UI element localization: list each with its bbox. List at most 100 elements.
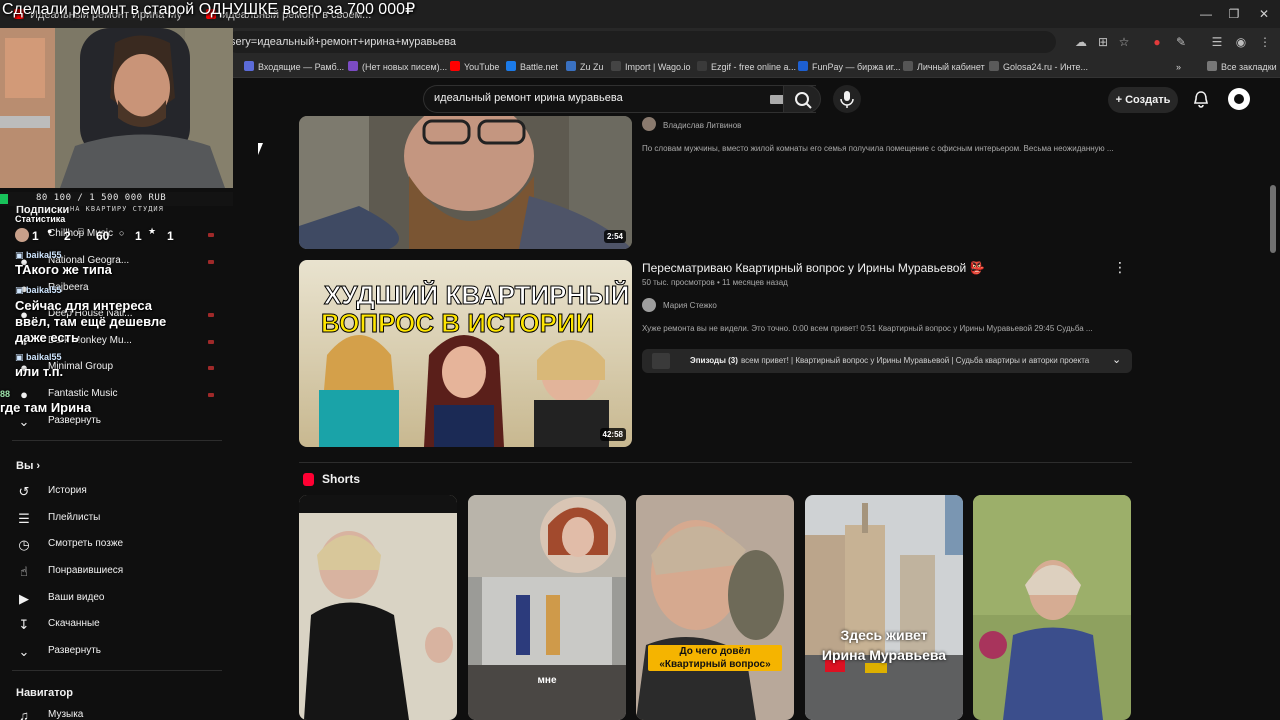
minimize-icon[interactable]: — (1192, 4, 1220, 24)
more-options-icon[interactable]: ⋮ (1113, 259, 1127, 276)
thumb-text-2: ВОПРОС В ИСТОРИИ (321, 308, 594, 338)
search-button[interactable] (783, 85, 821, 113)
video-duration: 2:54 (603, 230, 626, 243)
short-caption: Здесь живет Ирина Муравьева (821, 627, 947, 663)
short-card[interactable] (299, 495, 457, 720)
channel-avatar-icon: ● (20, 307, 28, 322)
search-input[interactable]: идеальный ремонт ирина муравьева ✕ (423, 85, 816, 113)
channel-avatar-icon: ● (20, 360, 28, 375)
more-bookmarks-icon[interactable]: » (1176, 59, 1181, 75)
bookmark-item[interactable]: Import | Wago.io (611, 59, 691, 75)
divider (299, 462, 1132, 463)
menu-dots-icon[interactable]: ⋮ (1256, 33, 1274, 51)
bookmark-star-icon[interactable]: ☆ (1115, 33, 1133, 51)
video-thumbnail[interactable]: 2:54 (299, 116, 632, 249)
media-icon[interactable]: ☰ (1208, 33, 1226, 51)
sidebar-item-label: Развернуть (48, 645, 102, 656)
sidebar-item-label: Развернуть (48, 415, 102, 426)
close-window-icon[interactable]: ✕ (1250, 4, 1278, 24)
video-description: Хуже ремонта вы не видели. Это точно. 0:… (642, 324, 1093, 333)
stream-title-overlay: Сделали ремонт в старой ОДНУШКЕ всего за… (2, 1, 416, 18)
episodes-bar[interactable]: Эпизоды (3) всем привет! | Квартирный во… (642, 349, 1132, 373)
page-scrollbar[interactable] (1270, 185, 1276, 253)
sidebar-item-watch-later[interactable]: ◷ Смотреть позже (0, 532, 233, 558)
sidebar-item-subscription[interactable]: ● Chillhop Music (0, 222, 233, 248)
bookmark-item[interactable]: Ezgif - free online a... (697, 59, 796, 75)
url-input[interactable]: sery=идеальный+ремонт+ирина+муравьева (226, 31, 1056, 53)
sidebar-item-history[interactable]: ↺ История (0, 479, 233, 505)
bookmark-item[interactable]: Golosa24.ru - Инте... (989, 59, 1088, 75)
live-icon (208, 366, 214, 370)
keyboard-icon[interactable] (770, 95, 784, 104)
bookmark-item[interactable]: YouTube (450, 59, 499, 75)
maximize-icon[interactable]: ❐ (1220, 4, 1248, 24)
sidebar-item-music[interactable]: ♫ Музыка (0, 703, 233, 720)
account-avatar[interactable] (1228, 88, 1250, 110)
thumbnail-image: ХУДШИЙ КВАРТИРНЫЙ ВОПРОС В ИСТОРИИ (299, 260, 632, 447)
profile-icon[interactable]: ◉ (1232, 33, 1250, 51)
vk-icon (566, 61, 576, 71)
sidebar-item-label: Rajbeera (48, 282, 89, 293)
sidebar-item-liked[interactable]: ☝ Понравившиеся (0, 559, 233, 585)
chevron-down-icon: ⌄ (18, 644, 30, 659)
sidebar-item-subscription[interactable]: ● Rajbeera (0, 276, 233, 302)
sidebar-item-your-videos[interactable]: ▶ Ваши видео (0, 586, 233, 612)
video-thumbnail[interactable]: ХУДШИЙ КВАРТИРНЫЙ ВОПРОС В ИСТОРИИ 42:58 (299, 260, 632, 447)
short-thumbnail (299, 495, 457, 720)
sidebar-item-subscription[interactable]: ● Dark Monkey Mu... (0, 329, 233, 355)
bookmark-item[interactable]: Battle.net (506, 59, 558, 75)
search-value: идеальный ремонт ирина муравьева (434, 92, 623, 104)
channel-name[interactable]: Владислав Литвинов (663, 121, 741, 130)
bookmark-label: FunPay — биржа иг... (812, 62, 901, 72)
short-card[interactable]: Здесь живет Ирина Муравьева (805, 495, 963, 720)
sidebar-item-label: История (48, 485, 87, 496)
sidebar-item-subscription[interactable]: ● Minimal Group (0, 355, 233, 381)
sidebar-expand-subscriptions[interactable]: ⌄ Развернуть (0, 409, 233, 435)
bookmark-item[interactable]: Zu Zu (566, 59, 604, 75)
install-icon[interactable]: ⊞ (1094, 33, 1112, 51)
video-icon: ▶ (19, 591, 29, 606)
sidebar-item-label: Minimal Group (48, 361, 114, 372)
sidebar-item-playlists[interactable]: ☰ Плейлисты (0, 506, 233, 532)
extensions-icon[interactable]: ✎ (1172, 33, 1190, 51)
cloud-icon[interactable]: ☁ (1072, 33, 1090, 51)
live-icon (208, 340, 214, 344)
bookmark-item[interactable]: Входящие — Рамб... (244, 59, 344, 75)
voice-search-button[interactable] (833, 85, 861, 113)
mail-icon (348, 61, 358, 71)
sidebar-you-heading[interactable]: Вы › (16, 460, 40, 472)
cabinet-icon (903, 61, 913, 71)
sidebar-item-subscription[interactable]: ● Deep House Nati... (0, 302, 233, 328)
sidebar-item-label: Chillhop Music (48, 228, 114, 239)
channel-avatar[interactable] (642, 117, 656, 131)
short-card[interactable]: мне (468, 495, 626, 720)
short-thumbnail (468, 495, 626, 720)
bookmark-item[interactable]: (Нет новых писем)... (348, 59, 447, 75)
download-icon: ↧ (18, 617, 30, 632)
sidebar-item-subscription[interactable]: ● Fantastic Music (0, 382, 233, 408)
chevron-down-icon[interactable]: ⌄ (1112, 353, 1121, 366)
all-bookmarks[interactable]: Все закладки (1207, 59, 1277, 75)
history-icon: ↺ (18, 484, 30, 499)
search-icon (795, 92, 812, 109)
extension-icon[interactable]: ● (1148, 33, 1166, 51)
sidebar-expand-you[interactable]: ⌄ Развернуть (0, 639, 233, 665)
sidebar-item-label: Dark Monkey Mu... (48, 335, 132, 346)
bookmark-label: Import | Wago.io (625, 62, 691, 72)
video-title[interactable]: Пересматриваю Квартирный вопрос у Ирины … (642, 261, 984, 275)
sidebar-item-subscription[interactable]: ● National Geogra... (0, 249, 233, 275)
notifications-button[interactable] (1191, 89, 1211, 109)
episodes-text: всем привет! | Квартирный вопрос у Ирины… (741, 356, 1090, 365)
channel-name[interactable]: Мария Стежко (663, 301, 717, 310)
music-icon: ♫ (19, 708, 29, 720)
short-card[interactable] (973, 495, 1131, 720)
bookmark-item[interactable]: Личный кабинет (903, 59, 985, 75)
bookmark-label: Battle.net (520, 62, 559, 72)
create-button[interactable]: + Создать (1108, 87, 1178, 113)
sidebar-item-label: Понравившиеся (48, 565, 124, 576)
short-card[interactable]: До чего довёл «Квартирный вопрос» (636, 495, 794, 720)
sidebar-item-downloads[interactable]: ↧ Скачанные (0, 612, 233, 638)
bookmark-item[interactable]: FunPay — биржа иг... (798, 59, 900, 75)
channel-avatar[interactable] (642, 298, 656, 312)
wago-icon (611, 61, 621, 71)
